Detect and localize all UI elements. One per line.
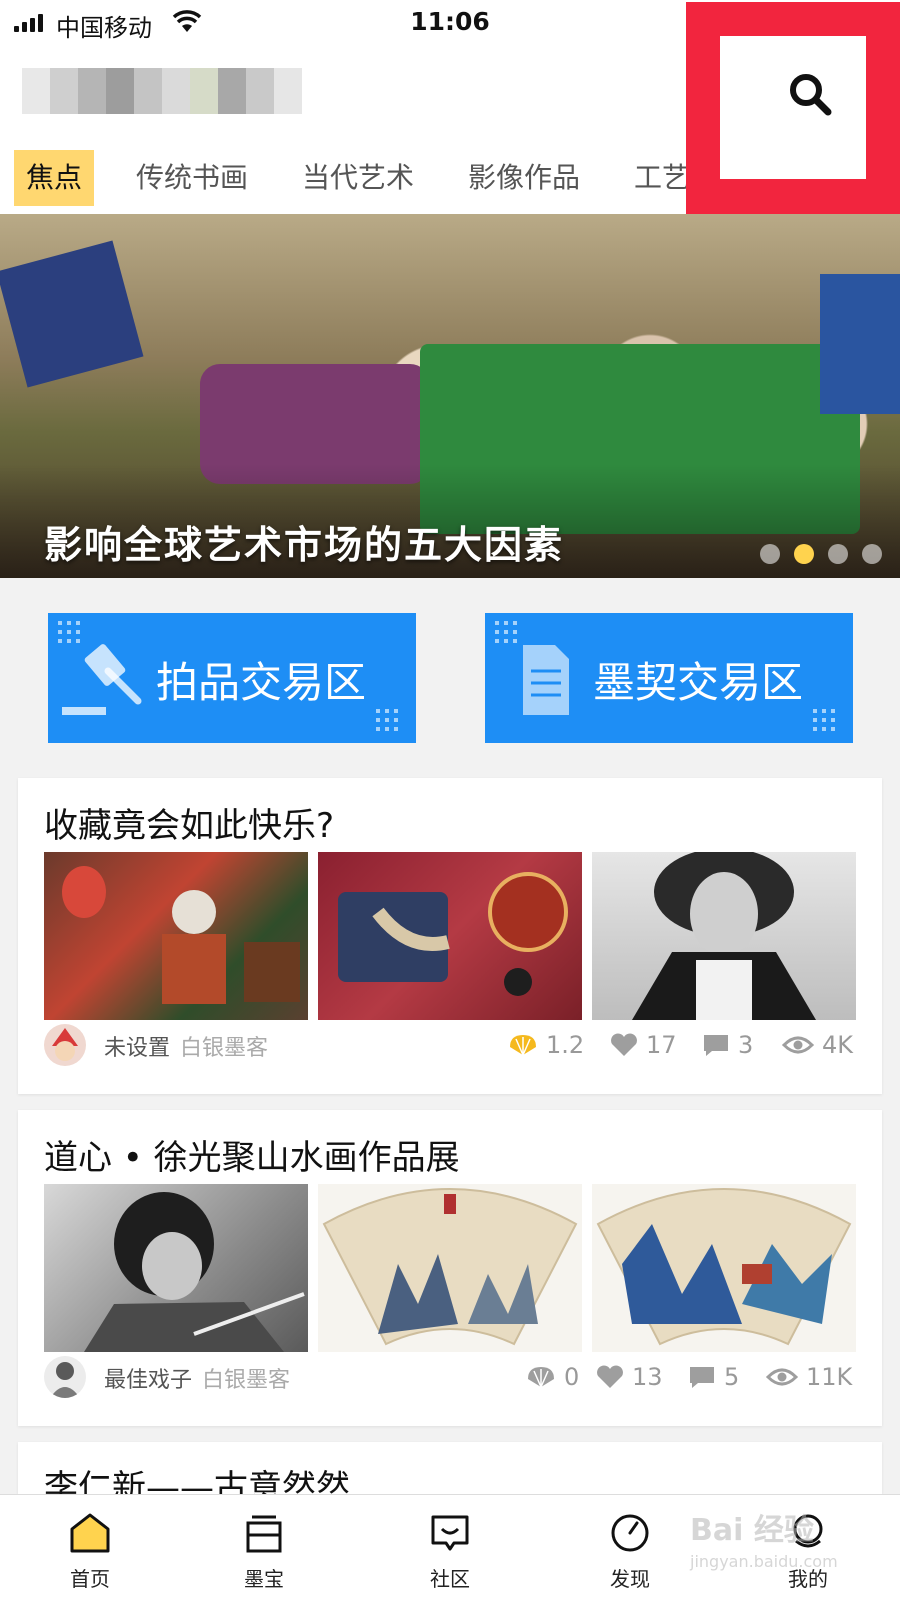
comment-icon xyxy=(690,1367,714,1388)
nav-discover[interactable]: 发现 xyxy=(570,1495,690,1600)
post-title: 道心 • 徐光聚山水画作品展 xyxy=(44,1138,460,1178)
eye-icon xyxy=(766,1368,798,1386)
carousel-dot[interactable] xyxy=(760,544,780,564)
auction-trade-label: 拍品交易区 xyxy=(156,658,367,707)
post-image[interactable] xyxy=(318,852,582,1020)
gavel-icon xyxy=(62,644,142,715)
banner-carousel[interactable]: 影响全球艺术市场的五大因素 xyxy=(0,214,900,578)
author-line: 未设置 白银墨客 xyxy=(104,1030,268,1062)
auction-trade-button[interactable]: 拍品交易区 xyxy=(48,613,416,743)
avatar[interactable] xyxy=(44,1024,86,1066)
heart-icon xyxy=(611,1033,637,1056)
document-icon xyxy=(523,645,569,715)
like-count: 13 xyxy=(632,1363,663,1391)
compass-icon xyxy=(611,1514,649,1552)
decor-dots xyxy=(813,709,835,731)
nav-community[interactable]: 社区 xyxy=(390,1495,510,1600)
view-count: 4K xyxy=(822,1031,854,1059)
contract-trade-button[interactable]: 墨契交易区 xyxy=(485,613,853,743)
search-icon[interactable] xyxy=(786,70,834,118)
shell-count: 0 xyxy=(564,1363,580,1391)
tab-photography[interactable]: 影像作品 xyxy=(468,150,580,206)
contract-trade-label: 墨契交易区 xyxy=(593,658,804,707)
nav-label: 社区 xyxy=(430,1567,470,1591)
view-stat: 4K xyxy=(782,1030,853,1060)
nav-treasure[interactable]: 墨宝 xyxy=(204,1495,324,1600)
post-title: 收藏竟会如此快乐? xyxy=(44,806,335,846)
author-name[interactable]: 最佳戏子 xyxy=(104,1368,192,1393)
banner-title: 影响全球艺术市场的五大因素 xyxy=(44,523,565,567)
author-line: 最佳戏子 白银墨客 xyxy=(104,1362,290,1394)
author-rank: 白银墨客 xyxy=(180,1036,269,1061)
shell-stat[interactable]: 0 xyxy=(526,1362,579,1392)
carousel-dot[interactable] xyxy=(862,544,882,564)
like-stat[interactable]: 13 xyxy=(596,1362,663,1392)
carousel-dot[interactable] xyxy=(828,544,848,564)
post-image[interactable] xyxy=(318,1184,582,1352)
decor-dots xyxy=(58,621,80,643)
carousel-dot-active[interactable] xyxy=(794,544,814,564)
tab-focus[interactable]: 焦点 xyxy=(14,150,95,206)
like-stat[interactable]: 17 xyxy=(610,1030,677,1060)
avatar[interactable] xyxy=(44,1356,86,1398)
nav-home[interactable]: 首页 xyxy=(30,1495,150,1600)
view-stat: 11K xyxy=(766,1362,852,1392)
post-card[interactable]: 收藏竟会如此快乐? 未设置 白银墨客 1.2 17 3 4K xyxy=(18,778,882,1094)
chat-icon xyxy=(431,1515,469,1551)
banner-art-eu-flag xyxy=(820,274,900,414)
shell-count: 1.2 xyxy=(546,1031,585,1059)
author-name[interactable]: 未设置 xyxy=(104,1036,170,1061)
home-icon xyxy=(70,1513,110,1553)
comment-count: 5 xyxy=(724,1363,740,1391)
post-title: 李仁新——古意然然 xyxy=(44,1468,350,1494)
shell-icon xyxy=(510,1035,536,1056)
post-image[interactable] xyxy=(592,852,856,1020)
carousel-dots xyxy=(760,544,882,564)
comment-count: 3 xyxy=(738,1031,754,1059)
like-count: 17 xyxy=(646,1031,677,1059)
post-image[interactable] xyxy=(44,852,308,1020)
shell-icon xyxy=(528,1367,554,1388)
post-card[interactable]: 李仁新——古意然然 xyxy=(18,1442,882,1494)
nav-label: 首页 xyxy=(70,1567,110,1591)
tab-contemporary-art[interactable]: 当代艺术 xyxy=(302,150,414,206)
nav-label: 发现 xyxy=(610,1567,650,1591)
decor-dots xyxy=(495,621,517,643)
comment-icon xyxy=(704,1035,728,1056)
tab-traditional-painting[interactable]: 传统书画 xyxy=(136,150,248,206)
post-card[interactable]: 道心 • 徐光聚山水画作品展 最佳戏子 白银墨客 0 13 5 11K xyxy=(18,1110,882,1426)
watermark-url: jingyan.baidu.com xyxy=(690,1552,838,1571)
app-logo-blurred xyxy=(22,68,302,114)
banner-art-flag xyxy=(0,240,144,388)
shell-stat[interactable]: 1.2 xyxy=(508,1030,584,1060)
watermark-logo: Bai 经验 xyxy=(690,1513,814,1548)
eye-icon xyxy=(782,1036,814,1054)
view-count: 11K xyxy=(806,1363,853,1391)
comment-stat[interactable]: 3 xyxy=(702,1030,753,1060)
comment-stat[interactable]: 5 xyxy=(688,1362,739,1392)
post-image[interactable] xyxy=(44,1184,308,1352)
heart-icon xyxy=(597,1365,623,1388)
decor-dots xyxy=(376,709,398,731)
wallet-icon xyxy=(246,1515,282,1553)
author-rank: 白银墨客 xyxy=(202,1368,291,1393)
nav-label: 墨宝 xyxy=(244,1567,284,1591)
post-image[interactable] xyxy=(592,1184,856,1352)
